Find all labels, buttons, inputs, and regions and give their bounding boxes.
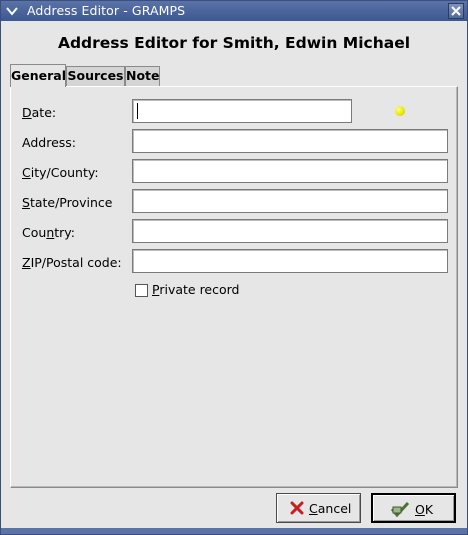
tab-note-label: Note bbox=[126, 68, 160, 83]
date-validation-led-icon bbox=[395, 106, 405, 116]
tab-sources-label: Sources bbox=[67, 68, 124, 83]
window-bottom-border bbox=[1, 528, 467, 534]
cancel-button[interactable]: Cancel bbox=[276, 493, 361, 523]
zip-field[interactable] bbox=[132, 249, 448, 273]
state-label: State/Province bbox=[22, 195, 113, 210]
red-x-icon bbox=[289, 500, 305, 516]
cancel-button-label: Cancel bbox=[309, 501, 352, 516]
window-title: Address Editor - GRAMPS bbox=[27, 3, 186, 18]
ok-check-icon bbox=[390, 501, 410, 518]
address-editor-window: Address Editor - GRAMPS Address Editor f… bbox=[0, 0, 468, 535]
text-cursor bbox=[137, 103, 138, 119]
private-record-label[interactable]: Private record bbox=[152, 282, 240, 297]
tab-general-label: General bbox=[11, 68, 66, 83]
tab-note[interactable]: Note bbox=[125, 66, 160, 86]
address-label: Address: bbox=[22, 135, 76, 150]
chevron-down-icon[interactable] bbox=[5, 4, 19, 18]
page-title: Address Editor for Smith, Edwin Michael bbox=[57, 34, 411, 52]
tab-general[interactable]: General bbox=[10, 64, 66, 87]
date-field[interactable] bbox=[132, 99, 352, 123]
ok-button-label: OK bbox=[415, 502, 434, 517]
country-label: Country: bbox=[22, 225, 75, 240]
title-bar[interactable]: Address Editor - GRAMPS bbox=[1, 1, 467, 21]
address-field[interactable] bbox=[132, 129, 448, 153]
private-record-checkbox[interactable] bbox=[135, 284, 148, 297]
country-field[interactable] bbox=[132, 219, 448, 243]
tab-sources[interactable]: Sources bbox=[66, 66, 125, 86]
close-icon[interactable] bbox=[448, 3, 464, 19]
date-label: Date: bbox=[22, 105, 57, 120]
zip-label: ZIP/Postal code: bbox=[22, 255, 122, 270]
state-field[interactable] bbox=[132, 189, 448, 213]
city-label: City/County: bbox=[22, 165, 99, 180]
city-field[interactable] bbox=[132, 159, 448, 183]
ok-button[interactable]: OK bbox=[371, 493, 456, 523]
